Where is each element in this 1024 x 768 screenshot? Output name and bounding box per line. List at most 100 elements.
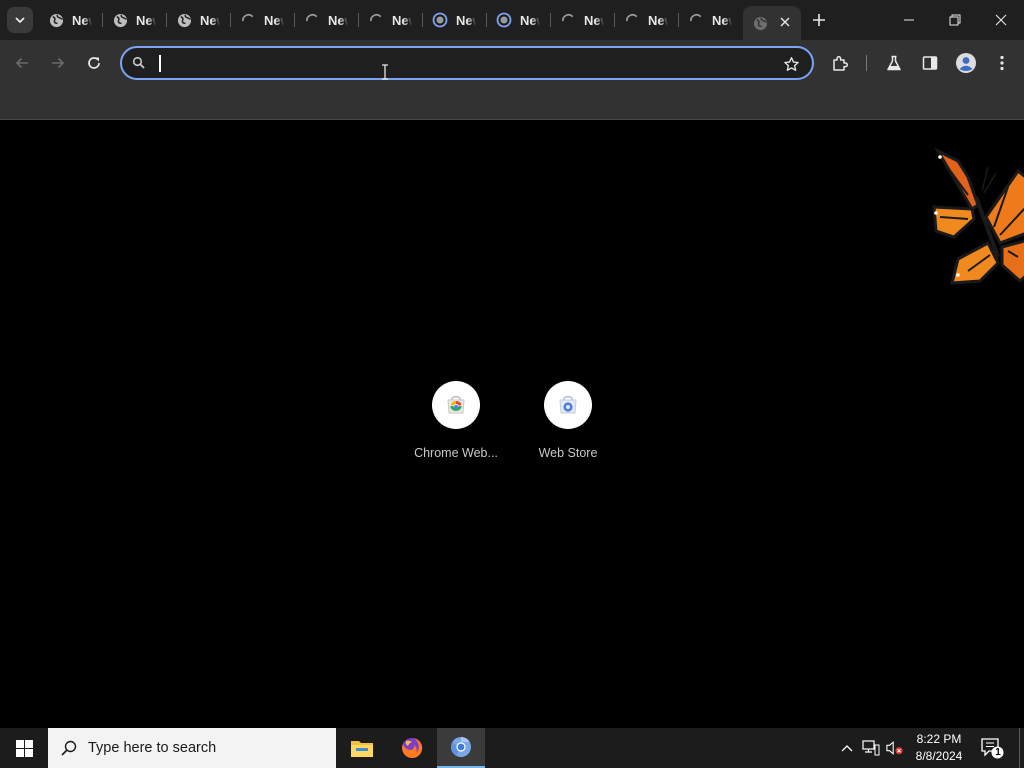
tab-title: New Tab (648, 12, 668, 28)
tab[interactable]: New Tab (487, 0, 551, 40)
address-bar[interactable] (120, 46, 814, 80)
minimize-button[interactable] (886, 0, 932, 40)
loading-spinner-icon (368, 12, 384, 28)
address-input[interactable] (158, 52, 758, 74)
tab-title: New Tab (136, 12, 156, 28)
close-window-button[interactable] (978, 0, 1024, 40)
taskbar: Type here to search 8:22 PM 8/8/2024 1 (0, 728, 1024, 768)
start-button[interactable] (0, 728, 48, 768)
menu-button[interactable] (988, 49, 1016, 77)
shortcut-tile[interactable]: Chrome Web... (406, 381, 506, 471)
arrow-left-icon (15, 57, 28, 69)
loading-spinner-icon (240, 12, 256, 28)
clock-time: 8:22 PM (916, 732, 962, 746)
show-desktop-button[interactable] (1019, 728, 1020, 768)
web-store-icon (559, 395, 577, 414)
reload-button[interactable] (80, 49, 108, 77)
show-hidden-icons-button[interactable] (838, 739, 856, 757)
windows-logo-icon (15, 739, 33, 757)
action-center-button[interactable]: 1 (978, 736, 1006, 760)
loading-spinner-icon (304, 12, 320, 28)
globe-icon (48, 12, 64, 28)
minimize-icon (904, 19, 914, 21)
taskbar-app-file-explorer[interactable] (338, 728, 386, 768)
globe-icon (112, 12, 128, 28)
chrome-web-store-icon (447, 395, 465, 414)
flask-icon (887, 55, 901, 71)
tab[interactable]: New Tab (423, 0, 487, 40)
tab-title: New Tab (200, 12, 220, 28)
extensions-button[interactable] (826, 49, 854, 77)
tab-list: New Tab New Tab New Tab New Tab New Tab … (39, 0, 801, 40)
tab[interactable]: New Tab (551, 0, 615, 40)
arrow-right-icon (52, 57, 65, 69)
tab-title: New Tab (264, 12, 284, 28)
labs-button[interactable] (880, 49, 908, 77)
loading-globe-icon (496, 12, 512, 28)
shortcut-icon-circle (432, 381, 480, 429)
system-clock[interactable]: 8:22 PM 8/8/2024 (908, 731, 970, 765)
tab-strip: New Tab New Tab New Tab New Tab New Tab … (0, 0, 1024, 40)
globe-icon (176, 12, 192, 28)
restore-button[interactable] (932, 0, 978, 40)
shortcut-label: Chrome Web... (414, 446, 498, 460)
tab[interactable]: New Tab (167, 0, 231, 40)
avatar-icon (956, 53, 976, 73)
star-icon (783, 56, 799, 71)
tab[interactable]: New Tab (295, 0, 359, 40)
back-button[interactable] (8, 49, 36, 77)
tab-search-button[interactable] (7, 7, 33, 33)
kebab-menu-icon (1000, 55, 1004, 71)
text-cursor-icon (382, 64, 388, 80)
taskbar-app-firefox[interactable] (388, 728, 436, 768)
tab[interactable]: New Tab (39, 0, 103, 40)
restore-icon (949, 14, 961, 26)
close-tab-button[interactable] (777, 14, 793, 30)
active-tab[interactable] (743, 6, 801, 40)
search-icon (61, 740, 77, 756)
tab-title: New Tab (456, 12, 476, 28)
folder-icon (351, 741, 373, 757)
taskbar-search-placeholder: Type here to search (88, 740, 217, 756)
tab-title: New Tab (712, 12, 732, 28)
side-panel-button[interactable] (916, 49, 944, 77)
tab-title: New Tab (584, 12, 604, 28)
network-icon (862, 740, 880, 756)
tab-title: New Tab (72, 12, 92, 28)
tab[interactable]: New Tab (615, 0, 679, 40)
tab[interactable]: New Tab (231, 0, 295, 40)
forward-button[interactable] (44, 49, 72, 77)
tab[interactable]: New Tab (103, 0, 167, 40)
shortcut-icon-circle (544, 381, 592, 429)
network-button[interactable] (862, 739, 880, 757)
text-caret (159, 55, 161, 72)
tab[interactable]: New Tab (679, 0, 743, 40)
taskbar-search-box[interactable]: Type here to search (48, 728, 336, 768)
profile-button[interactable] (952, 49, 980, 77)
globe-icon (752, 15, 768, 31)
chevron-up-icon (841, 745, 853, 752)
toolbar-divider (866, 55, 867, 71)
speaker-muted-icon (886, 740, 903, 756)
tab-title: New Tab (520, 12, 540, 28)
volume-button[interactable] (886, 739, 904, 757)
tab-title: New Tab (392, 12, 412, 28)
close-icon (995, 14, 1007, 26)
browser-toolbar (0, 40, 1024, 86)
new-tab-button[interactable] (808, 9, 830, 31)
tab[interactable]: New Tab (359, 0, 423, 40)
loading-globe-icon (432, 12, 448, 28)
reload-icon (88, 57, 100, 69)
bookmarks-bar (0, 86, 1024, 120)
puzzle-icon (833, 55, 849, 71)
bookmark-star-button[interactable] (782, 55, 800, 73)
butterfly-decoration (932, 147, 1024, 285)
taskbar-app-chromium[interactable] (437, 728, 485, 768)
shortcut-tile[interactable]: Web Store (518, 381, 618, 471)
chevron-down-icon (15, 17, 25, 23)
shortcut-label: Web Store (538, 446, 598, 460)
side-panel-icon (922, 56, 938, 70)
notification-count-badge: 1 (995, 747, 1001, 758)
close-icon (780, 17, 790, 27)
loading-spinner-icon (688, 12, 704, 28)
